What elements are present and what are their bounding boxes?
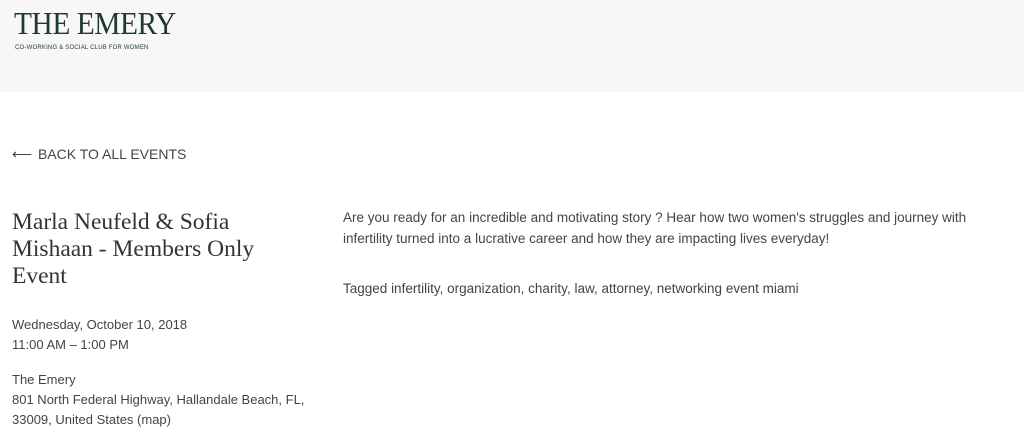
back-link-label: BACK TO ALL EVENTS: [37, 146, 187, 162]
logo-title: THE EMERY: [14, 5, 176, 41]
logo-tagline: CO-WORKING & SOCIAL CLUB FOR WOMEN: [15, 45, 149, 51]
tag-link[interactable]: infertility: [391, 281, 440, 296]
event-datetime: Wednesday, October 10, 2018 11:00 AM – 1…: [12, 315, 302, 355]
left-arrow-icon: ⟵: [12, 146, 33, 162]
event-venue: The Emery: [12, 372, 76, 387]
event-address-line2-wrap: 33009, United States (map): [12, 410, 302, 430]
site-logo[interactable]: THE EMERY CO-WORKING & SOCIAL CLUB FOR W…: [14, 6, 190, 51]
tag-link[interactable]: networking event miami: [657, 281, 799, 296]
event-time: 11:00 AM – 1:00 PM: [12, 337, 129, 352]
tag-link[interactable]: attorney: [601, 281, 649, 296]
map-link[interactable]: (map): [137, 412, 171, 427]
site-header: THE EMERY CO-WORKING & SOCIAL CLUB FOR W…: [0, 0, 1024, 92]
event-date: Wednesday, October 10, 2018: [12, 317, 188, 332]
tag-link[interactable]: charity: [528, 281, 567, 296]
event-description: Are you ready for an incredible and moti…: [343, 210, 967, 246]
event-address-line1: 801 North Federal Highway, Hallandale Be…: [12, 392, 305, 407]
tag-link[interactable]: organization: [447, 281, 521, 296]
back-to-events-link[interactable]: ⟵ BACK TO ALL EVENTS: [12, 146, 186, 163]
event-tags: Tagged infertility, organization, charit…: [343, 281, 799, 296]
event-title: Marla Neufeld & Sofia Mishaan - Members …: [12, 209, 255, 289]
event-address-line2: 33009, United States: [12, 412, 134, 427]
tag-link[interactable]: law: [574, 281, 594, 296]
tags-prefix: Tagged: [343, 281, 388, 296]
event-location: The Emery 801 North Federal Highway, Hal…: [12, 370, 305, 430]
